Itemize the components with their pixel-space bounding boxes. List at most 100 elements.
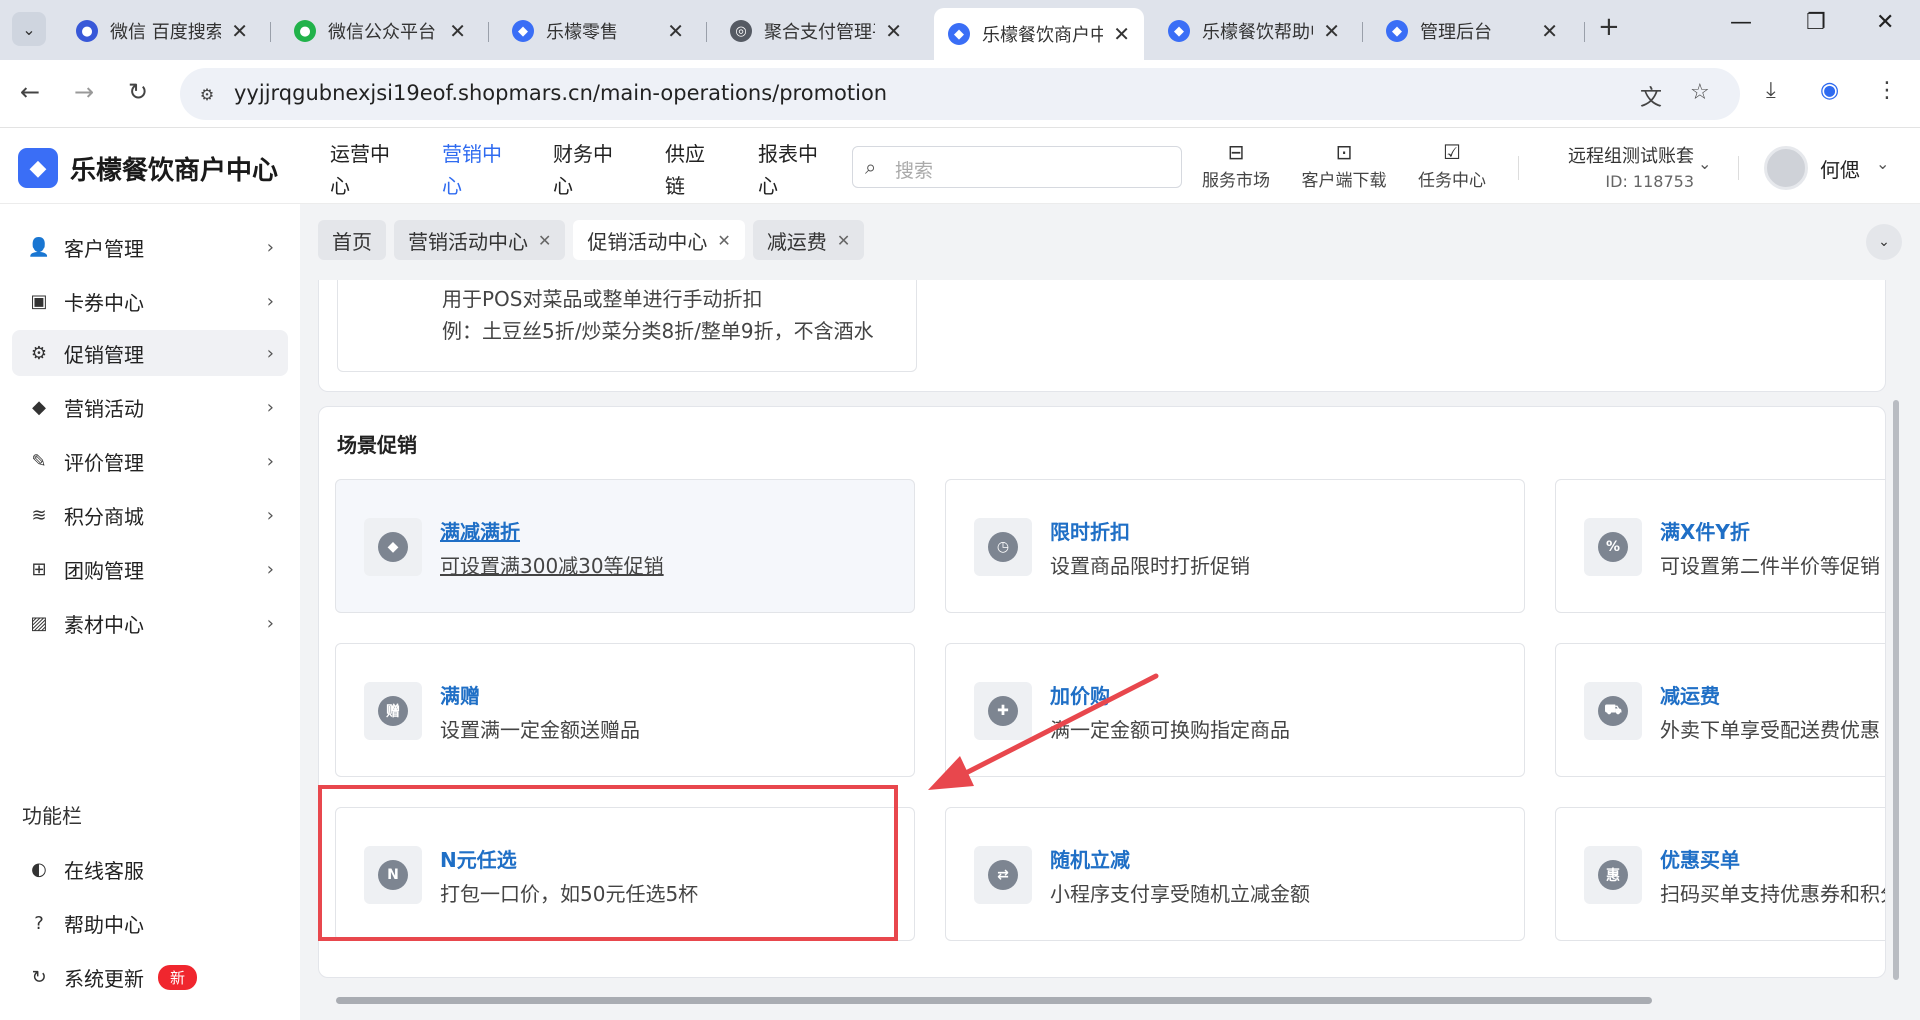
- restore-icon[interactable]: ❐: [1806, 10, 1826, 35]
- topnav-supply-chain[interactable]: 供应链: [665, 138, 729, 202]
- close-icon[interactable]: ✕: [1113, 22, 1130, 46]
- annotation-highlight-box: [318, 785, 898, 941]
- gift-badge-icon: 赠: [364, 682, 422, 740]
- tabs-dropdown-button[interactable]: ⌄: [1866, 224, 1902, 260]
- avatar[interactable]: [1764, 146, 1808, 190]
- promo-card-gift[interactable]: 赠 满赠 设置满一定金额送赠品: [335, 643, 915, 777]
- lemon-logo-icon: ◆: [1386, 20, 1408, 42]
- browser-tab-4[interactable]: ◎ 聚合支付管理平台 ✕: [716, 10, 916, 52]
- chevron-down-icon[interactable]: ⌄: [1698, 154, 1711, 173]
- topnav-marketing[interactable]: 营销中心: [442, 138, 506, 202]
- translate-icon[interactable]: 文: [1640, 80, 1662, 112]
- sidebar-item-group-buy[interactable]: ⊞ 团购管理 ›: [12, 546, 288, 592]
- browser-tab-7[interactable]: ◆ 管理后台 ✕: [1372, 10, 1572, 52]
- more-menu-icon[interactable]: ⋮: [1876, 78, 1898, 103]
- briefcase-icon: ⊟: [1227, 140, 1245, 164]
- close-icon[interactable]: ✕: [717, 231, 730, 250]
- chevron-down-icon[interactable]: ⌄: [1876, 154, 1889, 173]
- app-title: 乐檬餐饮商户中心: [70, 156, 279, 186]
- sidebar-item-customers[interactable]: 👤 客户管理 ›: [12, 224, 288, 270]
- promo-card-shipping-discount[interactable]: ⛟ 减运费 外卖下单享受配送费优惠: [1555, 643, 1885, 777]
- lemon-logo-icon: ◆: [1168, 20, 1190, 42]
- search-icon: ⌕: [865, 155, 877, 179]
- browser-tab-2[interactable]: ● 微信公众平台 ✕: [280, 10, 480, 52]
- sidebar-item-online-service[interactable]: ◐ 在线客服: [12, 846, 288, 892]
- promo-card-random-discount[interactable]: ⇄ 随机立减 小程序支付享受随机立减金额: [945, 807, 1525, 941]
- vertical-scrollbar[interactable]: [1890, 280, 1902, 1000]
- window-close-icon[interactable]: ✕: [1876, 10, 1894, 35]
- client-download-button[interactable]: ⊡ 客户端下载: [1296, 140, 1392, 191]
- chevron-right-icon: ›: [266, 290, 274, 312]
- function-bar-heading: 功能栏: [22, 804, 82, 828]
- account-switcher[interactable]: 远程组测试账套 ID: 118753: [1554, 142, 1694, 191]
- reload-icon[interactable]: ↻: [128, 78, 148, 106]
- sidebar-item-points-mall[interactable]: ≋ 积分商城 ›: [12, 492, 288, 538]
- chevron-right-icon: ›: [266, 396, 274, 418]
- sidebar-item-system-update[interactable]: ↻ 系统更新 新: [12, 954, 288, 1000]
- headset-icon: ◐: [31, 858, 47, 880]
- download-icon[interactable]: ⤓: [1766, 78, 1776, 103]
- lemon-logo-icon: ◆: [948, 23, 970, 45]
- tag-icon: ◆: [32, 396, 46, 418]
- page-tab-shipping-discount[interactable]: 减运费 ✕: [752, 220, 865, 260]
- promo-card-full-reduction[interactable]: ◆ 满减满折 可设置满300减30等促销: [335, 479, 915, 613]
- horizontal-scrollbar[interactable]: [318, 994, 1884, 1006]
- new-tab-button[interactable]: +: [1598, 12, 1620, 42]
- chevron-down-icon: ⌄: [22, 19, 36, 39]
- help-icon: ?: [34, 912, 44, 934]
- promo-card-discount-checkout[interactable]: 惠 优惠买单 扫码买单支持优惠券和积分: [1555, 807, 1885, 941]
- profile-icon[interactable]: ◉: [1820, 78, 1839, 103]
- topnav-reports[interactable]: 报表中心: [758, 138, 822, 202]
- promo-card-time-discount[interactable]: ◷ 限时折扣 设置商品限时打折促销: [945, 479, 1525, 613]
- app-logo-icon: ◆: [18, 148, 58, 188]
- topnav-finance[interactable]: 财务中心: [553, 138, 617, 202]
- close-icon[interactable]: ✕: [1541, 19, 1558, 43]
- promo-card-add-on-purchase[interactable]: ✚ 加价购 满一定金额可换购指定商品: [945, 643, 1525, 777]
- close-icon[interactable]: ✕: [837, 231, 850, 250]
- page-tab-marketing-center[interactable]: 营销活动中心 ✕: [394, 220, 566, 260]
- close-icon[interactable]: ✕: [449, 19, 466, 43]
- header-search-input[interactable]: ⌕ 搜索: [852, 146, 1182, 188]
- sidebar: 👤 客户管理 › ▣ 卡券中心 › ⚙ 促销管理 › ◆ 营销活动 › ✎ 评价管理 › …: [0, 204, 300, 1020]
- truck-icon: ⛟: [1584, 682, 1642, 740]
- page-tab-home[interactable]: 首页: [318, 220, 386, 260]
- globe-icon: ◎: [730, 20, 752, 42]
- chevron-right-icon: ›: [266, 558, 274, 580]
- sidebar-item-reviews[interactable]: ✎ 评价管理 ›: [12, 438, 288, 484]
- forward-arrow-icon[interactable]: →: [74, 78, 94, 106]
- minimize-icon[interactable]: —: [1730, 10, 1752, 35]
- bookmark-star-icon[interactable]: ☆: [1690, 80, 1710, 105]
- site-info-icon[interactable]: ⚙: [194, 81, 220, 107]
- manual-discount-card[interactable]: 用于POS对菜品或整单进行手动折扣 例：土豆丝5折/炒菜分类8折/整单9折，不含…: [337, 280, 917, 372]
- image-icon: ▨: [30, 612, 48, 634]
- browser-tab-3[interactable]: ◆ 乐檬零售 ✕: [498, 10, 698, 52]
- browser-tab-1[interactable]: ● 微信 百度搜索 ✕: [62, 10, 262, 52]
- sidebar-item-help[interactable]: ? 帮助中心: [12, 900, 288, 946]
- card-icon: ▣: [30, 290, 48, 312]
- close-icon[interactable]: ✕: [1323, 19, 1340, 43]
- gear-icon: ⚙: [30, 342, 48, 364]
- promo-card-x-items-y-discount[interactable]: % 满X件Y折 可设置第二件半价等促销: [1555, 479, 1885, 613]
- close-icon[interactable]: ✕: [538, 231, 551, 250]
- task-center-button[interactable]: ☑ 任务中心: [1414, 140, 1490, 191]
- back-arrow-icon[interactable]: ←: [20, 78, 40, 106]
- chevron-right-icon: ›: [266, 236, 274, 258]
- user-name[interactable]: 何偲: [1820, 154, 1860, 183]
- receipt-icon: 惠: [1584, 846, 1642, 904]
- close-icon[interactable]: ✕: [885, 19, 902, 43]
- page-tab-promotion-center[interactable]: 促销活动中心 ✕: [573, 220, 745, 260]
- new-badge: 新: [158, 964, 198, 990]
- close-icon[interactable]: ✕: [667, 19, 684, 43]
- url-field[interactable]: ⚙ yyjjrqgubnexjsi19eof.shopmars.cn/main-…: [180, 68, 1740, 120]
- service-market-button[interactable]: ⊟ 服务市场: [1198, 140, 1274, 191]
- sidebar-item-campaigns[interactable]: ◆ 营销活动 ›: [12, 384, 288, 430]
- percent-icon: %: [1584, 518, 1642, 576]
- sidebar-item-promotions[interactable]: ⚙ 促销管理 ›: [12, 330, 288, 376]
- sidebar-item-materials[interactable]: ▨ 素材中心 ›: [12, 600, 288, 646]
- close-icon[interactable]: ✕: [231, 19, 248, 43]
- tab-search-button[interactable]: ⌄: [12, 12, 46, 46]
- sidebar-item-coupons[interactable]: ▣ 卡券中心 ›: [12, 278, 288, 324]
- browser-tab-6[interactable]: ◆ 乐檬餐饮帮助中心 ✕: [1154, 10, 1354, 52]
- topnav-operations[interactable]: 运营中心: [330, 138, 394, 202]
- browser-tab-active[interactable]: ◆ 乐檬餐饮商户中心 ✕: [934, 8, 1144, 60]
